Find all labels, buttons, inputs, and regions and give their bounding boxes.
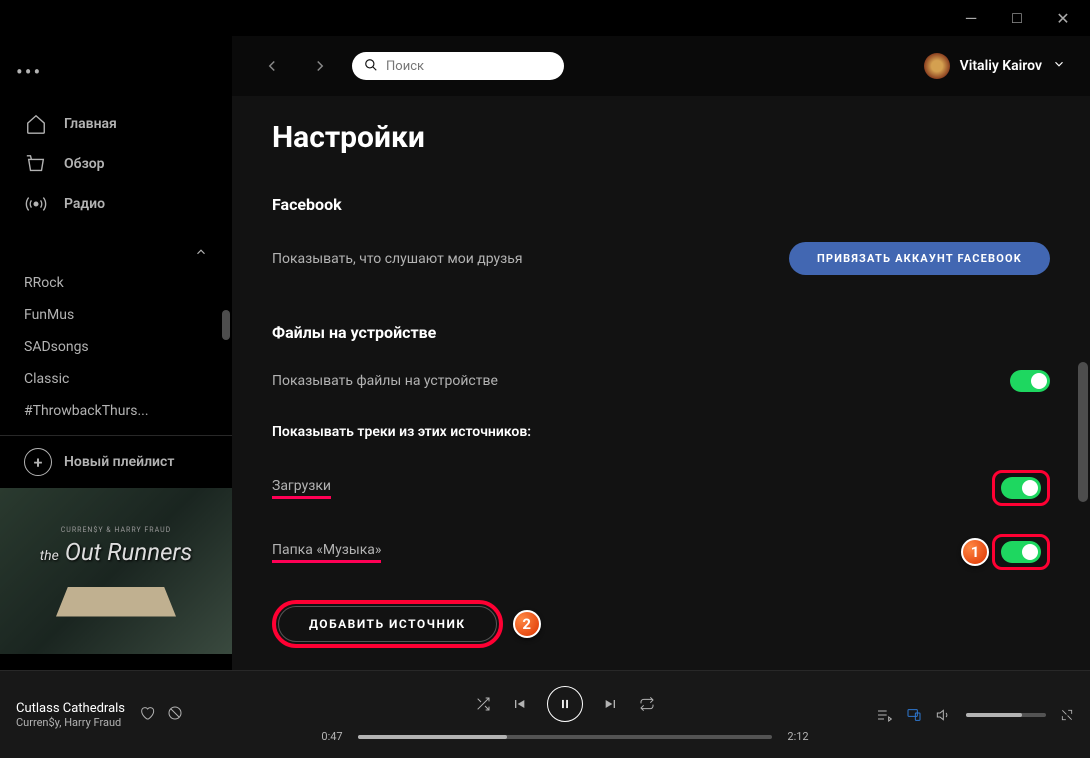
nav-forward-button[interactable] xyxy=(304,50,336,82)
total-time: 2:12 xyxy=(782,730,814,743)
progress-bar[interactable] xyxy=(358,735,772,739)
search-input[interactable] xyxy=(386,59,552,74)
add-source-button[interactable]: ДОБАВИТЬ ИСТОЧНИК xyxy=(278,606,497,642)
page-title: Настройки xyxy=(272,120,1050,155)
local-files-heading: Файлы на устройстве xyxy=(272,323,1050,342)
album-cover[interactable]: CURREN$Y & HARRY FRAUD the Out Runners xyxy=(0,488,232,654)
main-scrollbar[interactable] xyxy=(1078,362,1088,502)
facebook-heading: Facebook xyxy=(272,195,1050,214)
main-content: Vitaliy Kairov Настройки Facebook Показы… xyxy=(232,36,1090,670)
prev-button[interactable] xyxy=(511,696,527,712)
user-menu[interactable]: Vitaliy Kairov xyxy=(924,53,1066,79)
home-icon xyxy=(24,112,48,136)
volume-button[interactable] xyxy=(936,707,952,723)
avatar xyxy=(924,53,950,79)
nav-browse[interactable]: Обзор xyxy=(8,144,224,184)
search-box[interactable] xyxy=(352,52,564,80)
source-downloads-toggle[interactable] xyxy=(1001,477,1041,499)
plus-icon: + xyxy=(24,448,52,476)
close-button[interactable]: ✕ xyxy=(1040,2,1086,34)
source-music-toggle[interactable] xyxy=(1001,541,1041,563)
local-files-section: Файлы на устройстве Показывать файлы на … xyxy=(272,323,1050,648)
sources-heading: Показывать треки из этих источников: xyxy=(272,424,1050,440)
minimize-button[interactable]: — xyxy=(948,2,994,34)
playlist-item[interactable]: RRock xyxy=(8,267,224,299)
nav-browse-label: Обзор xyxy=(64,156,105,172)
playlist-item[interactable]: #ThrowbackThurs... xyxy=(8,395,224,427)
track-title[interactable]: Cutlass Cathedrals xyxy=(16,701,125,716)
search-icon xyxy=(364,57,378,76)
menu-dots-button[interactable]: ••• xyxy=(0,52,232,92)
maximize-button[interactable]: □ xyxy=(994,2,1040,34)
facebook-link-button[interactable]: ПРИВЯЗАТЬ АККАУНТ FACEBOOK xyxy=(789,242,1050,275)
playlist-item[interactable]: FunMus xyxy=(8,299,224,331)
current-time: 0:47 xyxy=(316,730,348,743)
chevron-down-icon xyxy=(1052,57,1066,75)
callout-badge-2: 2 xyxy=(513,610,541,638)
new-playlist-label: Новый плейлист xyxy=(64,454,174,470)
next-button[interactable] xyxy=(603,696,619,712)
username: Vitaliy Kairov xyxy=(960,58,1042,74)
nav-radio[interactable]: Радио xyxy=(8,184,224,224)
queue-button[interactable] xyxy=(876,707,892,723)
track-artist[interactable]: Curren$y, Harry Fraud xyxy=(16,716,125,729)
show-local-files-toggle[interactable] xyxy=(1010,370,1050,392)
nav-home-label: Главная xyxy=(64,116,117,132)
play-pause-button[interactable] xyxy=(547,686,583,722)
playlist-item[interactable]: Classic xyxy=(8,363,224,395)
block-button[interactable] xyxy=(167,705,183,725)
nav-home[interactable]: Главная xyxy=(8,104,224,144)
repeat-button[interactable] xyxy=(639,696,655,712)
facebook-section: Facebook Показывать, что слушают мои дру… xyxy=(272,195,1050,283)
player-bar: Cutlass Cathedrals Curren$y, Harry Fraud… xyxy=(0,670,1090,758)
source-music-label: Папка «Музыка» xyxy=(272,542,381,563)
settings-content: Настройки Facebook Показывать, что слуша… xyxy=(232,96,1090,670)
browse-icon xyxy=(24,152,48,176)
window-titlebar: — □ ✕ xyxy=(0,0,1090,36)
playlist-scrollbar[interactable] xyxy=(222,310,230,340)
playlist-item[interactable]: SADsongs xyxy=(8,331,224,363)
album-boat-graphic xyxy=(56,587,176,617)
like-button[interactable] xyxy=(139,705,155,725)
nav-radio-label: Радио xyxy=(64,196,105,212)
fullscreen-button[interactable] xyxy=(1060,708,1074,722)
radio-icon xyxy=(24,192,48,216)
connect-device-button[interactable] xyxy=(906,707,922,723)
facebook-desc: Показывать, что слушают мои друзья xyxy=(272,251,523,267)
source-downloads-label: Загрузки xyxy=(272,478,331,499)
nav-back-button[interactable] xyxy=(256,50,288,82)
sidebar: ••• Главная Обзор Радио RRock FunMus SAD… xyxy=(0,36,232,670)
chevron-up-icon[interactable] xyxy=(194,244,208,263)
new-playlist-button[interactable]: + Новый плейлист xyxy=(0,435,232,488)
callout-badge-1: 1 xyxy=(961,538,989,566)
album-title: the Out Runners xyxy=(40,538,193,567)
show-local-files-label: Показывать файлы на устройстве xyxy=(272,373,498,389)
topbar: Vitaliy Kairov xyxy=(232,36,1090,96)
shuffle-button[interactable] xyxy=(475,696,491,712)
album-credit: CURREN$Y & HARRY FRAUD xyxy=(61,526,172,534)
volume-slider[interactable] xyxy=(966,713,1046,717)
